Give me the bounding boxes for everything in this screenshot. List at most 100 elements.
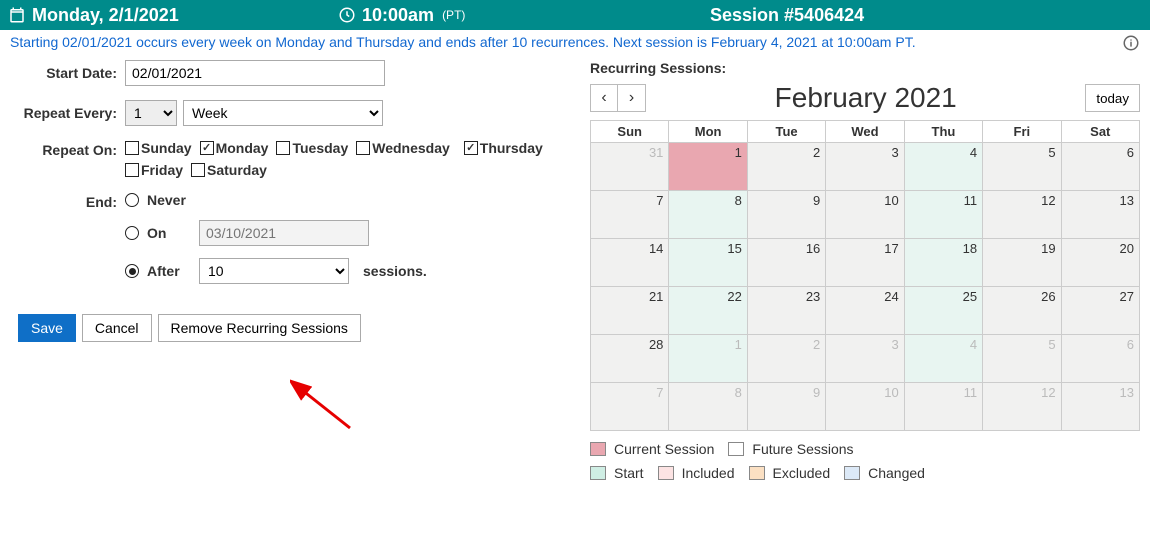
calendar-day-cell[interactable]: 22 bbox=[669, 287, 747, 335]
calendar-day-cell[interactable]: 15 bbox=[669, 239, 747, 287]
day-label: Saturday bbox=[207, 162, 267, 178]
checkbox-icon bbox=[276, 141, 290, 155]
start-date-input[interactable] bbox=[125, 60, 385, 86]
calendar-day-cell[interactable]: 31 bbox=[591, 143, 669, 191]
calendar-day-cell[interactable]: 2 bbox=[748, 335, 826, 383]
calendar-day-number: 9 bbox=[813, 193, 820, 208]
calendar-day-cell[interactable]: 17 bbox=[826, 239, 904, 287]
calendar-day-cell[interactable]: 24 bbox=[826, 287, 904, 335]
legend-label-included: Included bbox=[682, 465, 735, 481]
calendar-day-cell[interactable]: 14 bbox=[591, 239, 669, 287]
calendar-day-number: 10 bbox=[884, 385, 898, 400]
calendar-day-cell[interactable]: 6 bbox=[1062, 143, 1140, 191]
calendar-day-cell[interactable]: 10 bbox=[826, 383, 904, 431]
repeat-on-days: Sunday Monday Tuesday Wednesday Thursday Frid… bbox=[125, 140, 570, 178]
calendar-day-cell[interactable]: 4 bbox=[905, 143, 983, 191]
calendar-day-cell[interactable]: 16 bbox=[748, 239, 826, 287]
calendar-day-cell[interactable]: 1 bbox=[669, 143, 747, 191]
end-never-label: Never bbox=[147, 192, 191, 208]
repeat-day-monday[interactable]: Monday bbox=[200, 140, 269, 156]
calendar-day-cell[interactable]: 3 bbox=[826, 143, 904, 191]
info-icon[interactable] bbox=[1122, 34, 1140, 55]
calendar-day-number: 4 bbox=[970, 145, 977, 160]
calendar-day-cell[interactable]: 2 bbox=[748, 143, 826, 191]
calendar-today-button[interactable]: today bbox=[1085, 84, 1140, 112]
repeat-day-thursday[interactable]: Thursday bbox=[464, 140, 543, 156]
calendar-day-cell[interactable]: 7 bbox=[591, 383, 669, 431]
repeat-day-saturday[interactable]: Saturday bbox=[191, 162, 267, 178]
repeat-unit-select[interactable]: Week bbox=[183, 100, 383, 126]
calendar-day-cell[interactable]: 5 bbox=[983, 335, 1061, 383]
calendar-day-cell[interactable]: 12 bbox=[983, 383, 1061, 431]
calendar-day-cell[interactable]: 28 bbox=[591, 335, 669, 383]
remove-recurring-button[interactable]: Remove Recurring Sessions bbox=[158, 314, 361, 342]
calendar-day-number: 8 bbox=[735, 385, 742, 400]
legend-label-excluded: Excluded bbox=[773, 465, 831, 481]
calendar-day-cell[interactable]: 9 bbox=[748, 191, 826, 239]
calendar-day-cell[interactable]: 25 bbox=[905, 287, 983, 335]
calendar-day-cell[interactable]: 3 bbox=[826, 335, 904, 383]
end-on-radio[interactable] bbox=[125, 226, 139, 240]
repeat-day-wednesday[interactable]: Wednesday bbox=[356, 140, 450, 156]
calendar-day-number: 6 bbox=[1127, 337, 1134, 352]
legend-swatch-future bbox=[728, 442, 744, 456]
calendar-day-number: 12 bbox=[1041, 193, 1055, 208]
cancel-button[interactable]: Cancel bbox=[82, 314, 152, 342]
end-after-count-select[interactable]: 10 bbox=[199, 258, 349, 284]
calendar-day-cell[interactable]: 11 bbox=[905, 383, 983, 431]
calendar-day-number: 22 bbox=[727, 289, 741, 304]
calendar-day-number: 9 bbox=[813, 385, 820, 400]
calendar-day-cell[interactable]: 27 bbox=[1062, 287, 1140, 335]
end-after-radio[interactable] bbox=[125, 264, 139, 278]
calendar-day-cell[interactable]: 10 bbox=[826, 191, 904, 239]
calendar-day-header: Thu bbox=[905, 121, 983, 143]
calendar-day-cell[interactable]: 6 bbox=[1062, 335, 1140, 383]
calendar-day-cell[interactable]: 8 bbox=[669, 383, 747, 431]
calendar-day-cell[interactable]: 7 bbox=[591, 191, 669, 239]
calendar-day-cell[interactable]: 20 bbox=[1062, 239, 1140, 287]
end-after-label: After bbox=[147, 263, 191, 279]
calendar-day-header: Sat bbox=[1062, 121, 1140, 143]
calendar-day-number: 27 bbox=[1120, 289, 1134, 304]
calendar-day-cell[interactable]: 21 bbox=[591, 287, 669, 335]
calendar-day-number: 2 bbox=[813, 337, 820, 352]
calendar-day-header: Mon bbox=[669, 121, 747, 143]
calendar-day-number: 17 bbox=[884, 241, 898, 256]
calendar-day-number: 8 bbox=[735, 193, 742, 208]
end-label: End: bbox=[10, 192, 125, 210]
repeat-day-sunday[interactable]: Sunday bbox=[125, 140, 192, 156]
save-button[interactable]: Save bbox=[18, 314, 76, 342]
calendar-day-number: 11 bbox=[964, 385, 978, 400]
calendar-panel: Recurring Sessions: ‹ › February 2021 to… bbox=[590, 60, 1140, 489]
day-label: Tuesday bbox=[292, 140, 348, 156]
calendar-day-cell[interactable]: 8 bbox=[669, 191, 747, 239]
repeat-day-friday[interactable]: Friday bbox=[125, 162, 183, 178]
calendar-day-cell[interactable]: 18 bbox=[905, 239, 983, 287]
calendar-day-cell[interactable]: 19 bbox=[983, 239, 1061, 287]
calendar-day-cell[interactable]: 26 bbox=[983, 287, 1061, 335]
calendar-prev-button[interactable]: ‹ bbox=[590, 84, 618, 112]
calendar-day-cell[interactable]: 13 bbox=[1062, 383, 1140, 431]
calendar-day-cell[interactable]: 4 bbox=[905, 335, 983, 383]
repeat-day-tuesday[interactable]: Tuesday bbox=[276, 140, 348, 156]
calendar-day-number: 3 bbox=[891, 337, 898, 352]
checkbox-icon bbox=[125, 163, 139, 177]
legend-swatch-changed bbox=[844, 466, 860, 480]
end-never-radio[interactable] bbox=[125, 193, 139, 207]
day-label: Sunday bbox=[141, 140, 192, 156]
day-label: Monday bbox=[216, 140, 269, 156]
calendar-day-cell[interactable]: 9 bbox=[748, 383, 826, 431]
header-time: 10:00am bbox=[362, 5, 434, 26]
calendar-day-cell[interactable]: 12 bbox=[983, 191, 1061, 239]
recurrence-form: Start Date: Repeat Every: 1 Week Repeat … bbox=[10, 60, 570, 489]
checkbox-icon bbox=[200, 141, 214, 155]
calendar-day-cell[interactable]: 23 bbox=[748, 287, 826, 335]
calendar-day-cell[interactable]: 13 bbox=[1062, 191, 1140, 239]
calendar-next-button[interactable]: › bbox=[618, 84, 646, 112]
calendar-day-cell[interactable]: 5 bbox=[983, 143, 1061, 191]
repeat-count-select[interactable]: 1 bbox=[125, 100, 177, 126]
header-timezone: (PT) bbox=[442, 8, 465, 22]
calendar-day-cell[interactable]: 1 bbox=[669, 335, 747, 383]
calendar-day-cell[interactable]: 11 bbox=[905, 191, 983, 239]
end-on-date-input[interactable] bbox=[199, 220, 369, 246]
